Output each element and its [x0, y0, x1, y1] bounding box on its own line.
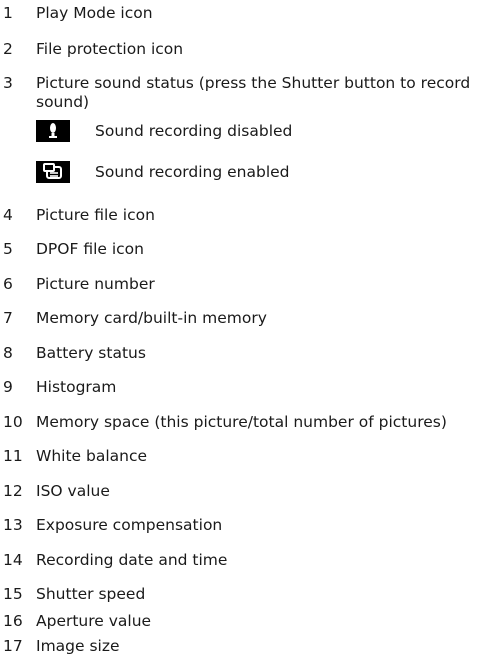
item-number: 13 [3, 516, 23, 534]
item-number: 8 [3, 344, 13, 362]
camera-play-mode-legend: 1 Play Mode icon 2 File protection icon … [0, 0, 495, 658]
item-number: 12 [3, 482, 23, 500]
item-number: 5 [3, 240, 13, 258]
item-text: Picture sound status (press the Shutter … [36, 74, 471, 111]
item-text: Battery status [36, 344, 146, 362]
sound-recording-enabled-icon [36, 161, 70, 183]
item-number: 6 [3, 275, 13, 293]
item-number: 17 [3, 637, 23, 655]
item-text: Play Mode icon [36, 4, 153, 22]
item-text: White balance [36, 447, 148, 465]
item-text: Memory space (this picture/total number … [36, 413, 447, 431]
item-number: 11 [3, 447, 23, 465]
item-text: Aperture value [36, 612, 152, 630]
item-text: Recording date and time [36, 551, 228, 569]
item-number: 4 [3, 206, 13, 224]
item-number: 16 [3, 612, 23, 630]
sound-status-label: Sound recording enabled [95, 163, 290, 181]
item-text: Picture number [36, 275, 155, 293]
item-number: 7 [3, 309, 13, 327]
item-number: 2 [3, 40, 13, 58]
item-number: 3 [3, 74, 13, 92]
sound-status-label: Sound recording disabled [95, 122, 293, 140]
microphone-disabled-icon [36, 120, 70, 142]
item-text: ISO value [36, 482, 110, 500]
item-text: Memory card/built-in memory [36, 309, 267, 327]
item-number: 1 [3, 4, 13, 22]
item-number: 10 [3, 413, 23, 431]
item-text: DPOF file icon [36, 240, 144, 258]
item-text: Picture file icon [36, 206, 155, 224]
item-number: 15 [3, 585, 23, 603]
item-number: 14 [3, 551, 23, 569]
item-text: Shutter speed [36, 585, 146, 603]
item-number: 9 [3, 378, 13, 396]
item-text: Exposure compensation [36, 516, 223, 534]
item-text: File protection icon [36, 40, 184, 58]
item-text: Image size [36, 637, 120, 655]
item-text: Histogram [36, 378, 117, 396]
